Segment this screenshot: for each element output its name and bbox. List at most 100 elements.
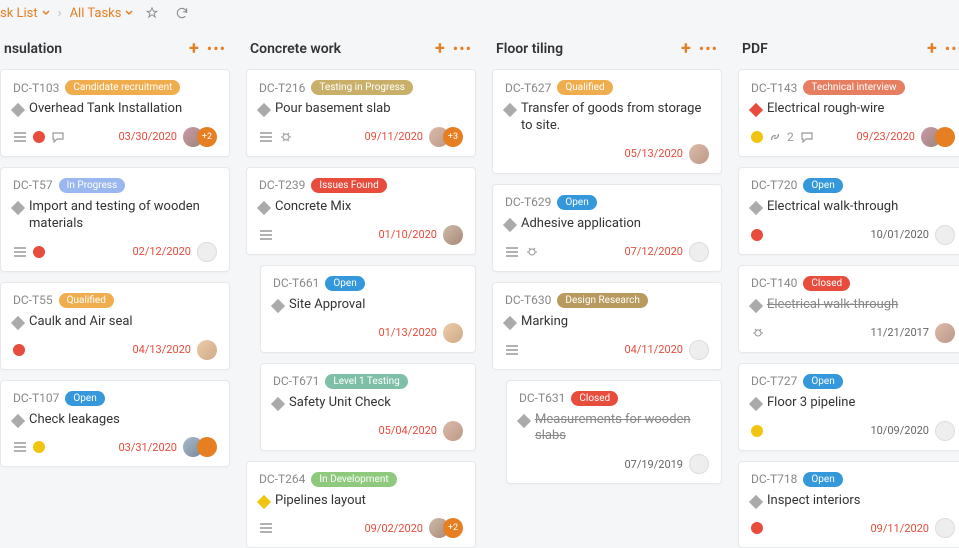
task-card[interactable]: DC-T55Qualified Caulk and Air seal 04/13… bbox=[0, 282, 230, 370]
add-card-button[interactable]: + bbox=[681, 38, 691, 59]
card-title: Overhead Tank Installation bbox=[29, 101, 182, 118]
card-title: Electrical rough-wire bbox=[767, 101, 884, 118]
task-card[interactable]: DC-T143Technical interview Electrical ro… bbox=[738, 69, 959, 157]
column-insulation: nsulation + ••• DC-T103Candidate recruit… bbox=[0, 32, 230, 548]
card-id: DC-T671 bbox=[273, 374, 319, 388]
card-date: 09/02/2020 bbox=[364, 522, 423, 535]
avatar-stack: +2 bbox=[183, 127, 217, 147]
priority-diamond-icon bbox=[11, 413, 25, 427]
card-date: 07/19/2019 bbox=[624, 458, 683, 471]
card-id: DC-T55 bbox=[13, 293, 53, 307]
task-card[interactable]: DC-T671Level 1 Testing Safety Unit Check… bbox=[260, 363, 476, 451]
task-card[interactable]: DC-T727Open Floor 3 pipeline 10/09/2020 bbox=[738, 363, 959, 451]
add-card-button[interactable]: + bbox=[435, 38, 445, 59]
link-count: 2 bbox=[787, 130, 794, 144]
subtask-icon bbox=[259, 522, 273, 534]
column-floor-tiling: Floor tiling + ••• DC-T627Qualified Trans… bbox=[492, 32, 722, 548]
subtask-icon bbox=[13, 131, 27, 143]
card-date: 07/12/2020 bbox=[624, 245, 683, 258]
card-id: DC-T216 bbox=[259, 81, 305, 95]
status-badge: Open bbox=[325, 276, 364, 291]
caret-down-icon bbox=[125, 9, 133, 17]
task-card[interactable]: DC-T720Open Electrical walk-through 10/0… bbox=[738, 167, 959, 255]
priority-diamond-icon bbox=[749, 397, 763, 411]
card-date: 11/21/2017 bbox=[870, 326, 929, 339]
card-title: Measurements for wooden slabs bbox=[535, 412, 709, 446]
priority-diamond-icon bbox=[749, 103, 763, 117]
add-card-button[interactable]: + bbox=[927, 38, 937, 59]
task-card[interactable]: DC-T661Open Site Approval 01/13/2020 bbox=[260, 265, 476, 353]
card-id: DC-T631 bbox=[519, 391, 565, 405]
avatar bbox=[935, 127, 955, 147]
priority-diamond-icon bbox=[271, 299, 285, 313]
card-title: Marking bbox=[521, 314, 568, 331]
avatar bbox=[443, 421, 463, 441]
card-date: 09/11/2020 bbox=[364, 130, 423, 143]
priority-diamond-icon bbox=[503, 218, 517, 232]
task-card[interactable]: DC-T631 Closed Measurements for wooden sl… bbox=[506, 380, 722, 485]
add-card-button[interactable]: + bbox=[189, 38, 199, 59]
avatar bbox=[197, 437, 217, 457]
card-title: Electrical walk-through bbox=[767, 199, 898, 216]
breadcrumb-item-1[interactable]: sk List bbox=[0, 6, 50, 21]
card-id: DC-T239 bbox=[259, 178, 305, 192]
star-icon[interactable] bbox=[141, 4, 163, 22]
status-badge: Technical interview bbox=[803, 80, 904, 95]
task-card[interactable]: DC-T140Closed Electrical walk-through 11… bbox=[738, 265, 959, 353]
subtask-icon bbox=[259, 131, 273, 143]
status-badge: Open bbox=[803, 472, 842, 487]
card-id: DC-T661 bbox=[273, 276, 319, 290]
card-id: DC-T103 bbox=[13, 81, 59, 95]
refresh-icon[interactable] bbox=[171, 4, 193, 22]
column-concrete-work: Concrete work +••• DC-T216Testing in Pro… bbox=[246, 32, 476, 548]
task-card[interactable]: DC-T107 Open Check leakages 03/31/2020 bbox=[0, 380, 230, 468]
status-badge: In Development bbox=[311, 472, 396, 487]
column-more-icon[interactable]: ••• bbox=[945, 39, 959, 58]
card-date: 03/31/2020 bbox=[118, 441, 177, 454]
task-card[interactable]: DC-T216Testing in Progress Pour basement… bbox=[246, 69, 476, 157]
task-card[interactable]: DC-T629Open Adhesive application 07/12/2… bbox=[492, 184, 722, 272]
column-more-icon[interactable]: ••• bbox=[699, 39, 718, 58]
status-badge: Open bbox=[803, 374, 842, 389]
avatar-empty bbox=[689, 340, 709, 360]
status-badge: Open bbox=[65, 391, 104, 406]
card-date: 10/09/2020 bbox=[870, 424, 929, 437]
alert-dot-icon bbox=[33, 131, 45, 143]
alert-dot-icon bbox=[751, 229, 763, 241]
card-title: Electrical walk-through bbox=[767, 297, 898, 314]
task-card[interactable]: DC-T718Open Inspect interiors 09/11/2020 bbox=[738, 461, 959, 548]
card-title: Check leakages bbox=[29, 412, 120, 429]
status-badge: In Progress bbox=[59, 178, 126, 193]
card-date: 05/04/2020 bbox=[378, 424, 437, 437]
card-date: 02/12/2020 bbox=[132, 245, 191, 258]
column-more-icon[interactable]: ••• bbox=[207, 39, 226, 58]
column-title: Floor tiling bbox=[496, 41, 563, 57]
task-card[interactable]: DC-T627Qualified Transfer of goods from … bbox=[492, 69, 722, 174]
priority-diamond-icon bbox=[271, 397, 285, 411]
chevron-right-icon: › bbox=[58, 6, 62, 21]
card-date: 04/11/2020 bbox=[624, 343, 683, 356]
alert-dot-icon bbox=[13, 344, 25, 356]
bug-icon bbox=[525, 246, 539, 258]
status-badge: Closed bbox=[803, 276, 850, 291]
column-more-icon[interactable]: ••• bbox=[453, 39, 472, 58]
bug-icon bbox=[751, 327, 765, 339]
task-card[interactable]: DC-T264In Development Pipelines layout 0… bbox=[246, 461, 476, 548]
card-id: DC-T107 bbox=[13, 391, 59, 405]
breadcrumb-item-2[interactable]: All Tasks bbox=[70, 6, 134, 21]
avatar-empty bbox=[935, 225, 955, 245]
card-id: DC-T57 bbox=[13, 178, 53, 192]
avatar-count: +2 bbox=[443, 518, 463, 538]
priority-diamond-icon bbox=[11, 316, 25, 330]
priority-diamond-icon bbox=[749, 494, 763, 508]
status-badge: Closed bbox=[571, 391, 618, 406]
avatar-empty bbox=[689, 454, 709, 474]
card-title: Import and testing of wooden materials bbox=[29, 199, 217, 233]
priority-diamond-icon bbox=[517, 413, 531, 427]
status-badge: Testing in Progress bbox=[311, 80, 413, 95]
task-card[interactable]: DC-T57 In Progress Import and testing of … bbox=[0, 167, 230, 272]
task-card[interactable]: DC-T103Candidate recruitment Overhead Ta… bbox=[0, 69, 230, 157]
column-pdf: PDF +••• DC-T143Technical interview Elec… bbox=[738, 32, 959, 548]
task-card[interactable]: DC-T239Issues Found Concrete Mix 01/10/2… bbox=[246, 167, 476, 255]
task-card[interactable]: DC-T630Design Research Marking 04/11/202… bbox=[492, 282, 722, 370]
